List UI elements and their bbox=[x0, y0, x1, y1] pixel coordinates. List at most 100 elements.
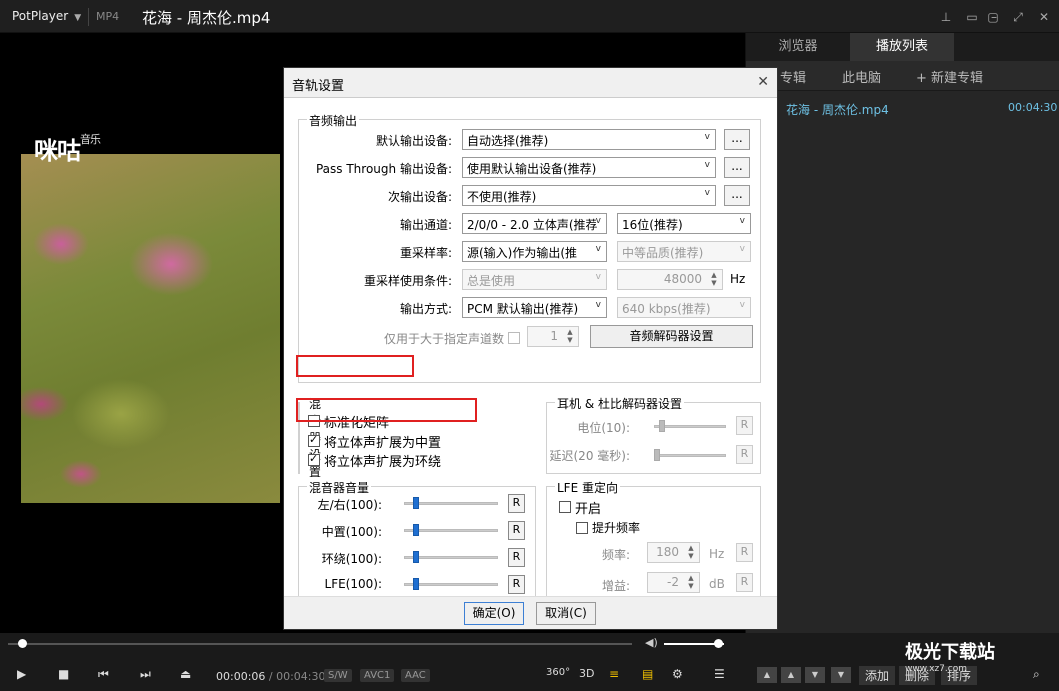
dialog-body: 音频输出 默认输出设备: 自动选择(推荐) v ... Pass Through … bbox=[284, 98, 777, 603]
move-down-icon[interactable]: ▼ bbox=[805, 667, 825, 683]
mixer-volume-handle[interactable] bbox=[413, 524, 419, 536]
gear-icon[interactable]: ⚙ bbox=[672, 667, 683, 681]
audio-decoder-settings-button[interactable]: 音频解码器设置 bbox=[590, 325, 753, 348]
volume-handle[interactable] bbox=[714, 639, 723, 648]
secondary-more-button[interactable]: ... bbox=[724, 185, 750, 206]
default-device-more-button[interactable]: ... bbox=[724, 129, 750, 150]
highlight-mixer-title bbox=[296, 355, 414, 377]
3d-button[interactable]: 3D bbox=[579, 667, 594, 680]
ok-button[interactable]: 确定(O) bbox=[464, 602, 524, 625]
add-button[interactable]: 添加 bbox=[859, 666, 896, 685]
gain-reset-button[interactable]: R bbox=[736, 573, 753, 592]
fullscreen-icon[interactable]: ⤢ bbox=[1008, 7, 1028, 27]
output-method-select[interactable]: PCM 默认输出(推荐) v bbox=[462, 297, 607, 318]
current-time: 00:00:06 bbox=[216, 670, 266, 683]
tab-playlist[interactable]: 播放列表 bbox=[850, 33, 954, 61]
expand-center-checkbox[interactable] bbox=[308, 433, 320, 447]
play-icon[interactable]: ▶ bbox=[17, 667, 26, 681]
next-icon[interactable]: ⏭ bbox=[140, 667, 151, 682]
chevron-down-icon: v bbox=[739, 300, 745, 310]
playlist-search-icon[interactable]: ≡ bbox=[609, 667, 619, 681]
mixer-volume-handle[interactable] bbox=[413, 551, 419, 563]
badge-codec-video[interactable]: AVC1 bbox=[360, 669, 395, 682]
subtitle-icon[interactable]: ▤ bbox=[642, 667, 653, 681]
secondary-device-select[interactable]: 不使用(推荐) v bbox=[462, 185, 716, 206]
volume-icon[interactable]: ◀) bbox=[645, 636, 658, 649]
mixer-volume-handle[interactable] bbox=[413, 497, 419, 509]
move-top-icon[interactable]: ▲ bbox=[757, 667, 777, 683]
mixer-volume-label: LFE(100): bbox=[324, 577, 382, 591]
delay-slider-handle[interactable] bbox=[654, 449, 660, 461]
chevron-down-icon: v bbox=[595, 244, 601, 254]
close-icon[interactable]: ✕ bbox=[1034, 7, 1054, 27]
lfe-enable-checkbox[interactable] bbox=[559, 501, 571, 513]
audio-track-settings-dialog: 音轨设置 ✕ 音频输出 默认输出设备: 自动选择(推荐) v ... Pass T… bbox=[283, 67, 778, 630]
mixer-volume-reset-button[interactable]: R bbox=[508, 494, 525, 513]
pin-icon[interactable]: ⊥ bbox=[936, 7, 956, 27]
chevron-down-icon: v bbox=[704, 188, 710, 198]
freq-reset-button[interactable]: R bbox=[736, 543, 753, 562]
cancel-button[interactable]: 取消(C) bbox=[536, 602, 596, 625]
format-label: MP4 bbox=[96, 10, 120, 23]
chevron-down-icon: v bbox=[704, 160, 710, 170]
dialog-close-icon[interactable]: ✕ bbox=[757, 74, 769, 90]
mixer-volume-reset-button[interactable]: R bbox=[508, 575, 525, 594]
subtab-album[interactable]: 专辑 bbox=[780, 67, 806, 86]
app-menu-button[interactable]: PotPlayer ▼ bbox=[12, 9, 81, 23]
level-slider-handle[interactable] bbox=[659, 420, 665, 432]
restore-icon[interactable]: ▢ bbox=[983, 7, 1003, 27]
freq-input[interactable]: 180 ▲ ▼ bbox=[647, 542, 700, 563]
search-icon[interactable]: ⌕ bbox=[1033, 667, 1040, 682]
resample-select[interactable]: 源(输入)作为输出(推 v bbox=[462, 241, 607, 262]
mixer-volume-reset-button[interactable]: R bbox=[508, 548, 525, 567]
spinner-arrows-icon: ▲ ▼ bbox=[567, 328, 573, 344]
gain-input[interactable]: -2 ▲ ▼ bbox=[647, 572, 700, 593]
raise-freq-checkbox[interactable] bbox=[576, 522, 588, 534]
mixer-volume-label: 环绕(100): bbox=[321, 552, 382, 566]
eject-icon[interactable]: ⏏ bbox=[180, 667, 191, 681]
subtab-this-pc[interactable]: 此电脑 bbox=[842, 67, 881, 86]
sample-rate-input[interactable]: 48000 ▲ ▼ bbox=[617, 269, 723, 290]
bits-select[interactable]: 16位(推荐) v bbox=[617, 213, 751, 234]
default-device-select[interactable]: 自动选择(推荐) v bbox=[462, 129, 716, 150]
mixer-volume-label: 中置(100): bbox=[321, 525, 382, 539]
delay-slider[interactable] bbox=[654, 454, 726, 457]
mixer-volume-handle[interactable] bbox=[413, 578, 419, 590]
minimize-compact-icon[interactable]: ▭ bbox=[962, 7, 982, 27]
menu-icon[interactable]: ☰ bbox=[714, 667, 725, 681]
expand-surround-checkbox[interactable] bbox=[308, 452, 320, 466]
level-reset-button[interactable]: R bbox=[736, 416, 753, 435]
delay-reset-button[interactable]: R bbox=[736, 445, 753, 464]
chevron-down-icon: v bbox=[739, 244, 745, 254]
stop-icon[interactable]: ■ bbox=[58, 667, 69, 681]
playlist-toolbar: ▲ ▲ ▼ ▼ 添加 删除 排序 ⌕ bbox=[745, 633, 1059, 691]
audio-output-title: 音频输出 bbox=[307, 112, 360, 129]
chevron-down-icon: v bbox=[595, 300, 601, 310]
resample-condition-select[interactable]: 总是使用 v bbox=[462, 269, 607, 290]
freq-unit: Hz bbox=[709, 547, 725, 561]
move-bottom-icon[interactable]: ▼ bbox=[831, 667, 851, 683]
expand-center-label: 将立体声扩展为中置 bbox=[324, 436, 442, 451]
passthrough-select[interactable]: 使用默认输出设备(推荐) v bbox=[462, 157, 716, 178]
previous-icon[interactable]: ⏮ bbox=[98, 667, 109, 682]
list-item[interactable]: 花海 - 周杰伦.mp4 00:04:30 bbox=[746, 97, 1059, 119]
seek-bar[interactable] bbox=[8, 643, 632, 645]
passthrough-more-button[interactable]: ... bbox=[724, 157, 750, 178]
subtab-new-album[interactable]: + 新建专辑 bbox=[916, 67, 983, 86]
badge-codec-audio[interactable]: AAC bbox=[401, 669, 430, 682]
playlist-item-name: 花海 - 周杰伦.mp4 bbox=[786, 103, 889, 117]
only-channels-checkbox[interactable] bbox=[508, 332, 520, 344]
mixer-volume-reset-button[interactable]: R bbox=[508, 521, 525, 540]
quality-select[interactable]: 中等品质(推荐) v bbox=[617, 241, 751, 262]
seek-handle[interactable] bbox=[18, 639, 27, 648]
only-channels-input[interactable]: 1 ▲ ▼ bbox=[527, 326, 579, 347]
badge-sw[interactable]: S/W bbox=[324, 669, 352, 682]
tab-browser[interactable]: 浏览器 bbox=[746, 33, 850, 61]
default-device-label: 默认输出设备: bbox=[375, 134, 452, 148]
playlist-item-duration: 00:04:30 bbox=[1008, 101, 1058, 114]
bitrate-select[interactable]: 640 kbps(推荐) v bbox=[617, 297, 751, 318]
dialog-title: 音轨设置 bbox=[292, 79, 345, 94]
move-up-icon[interactable]: ▲ bbox=[781, 667, 801, 683]
vr360-button[interactable]: 360° bbox=[546, 667, 570, 678]
channel-select[interactable]: 2/0/0 - 2.0 立体声(推荐 v bbox=[462, 213, 607, 234]
